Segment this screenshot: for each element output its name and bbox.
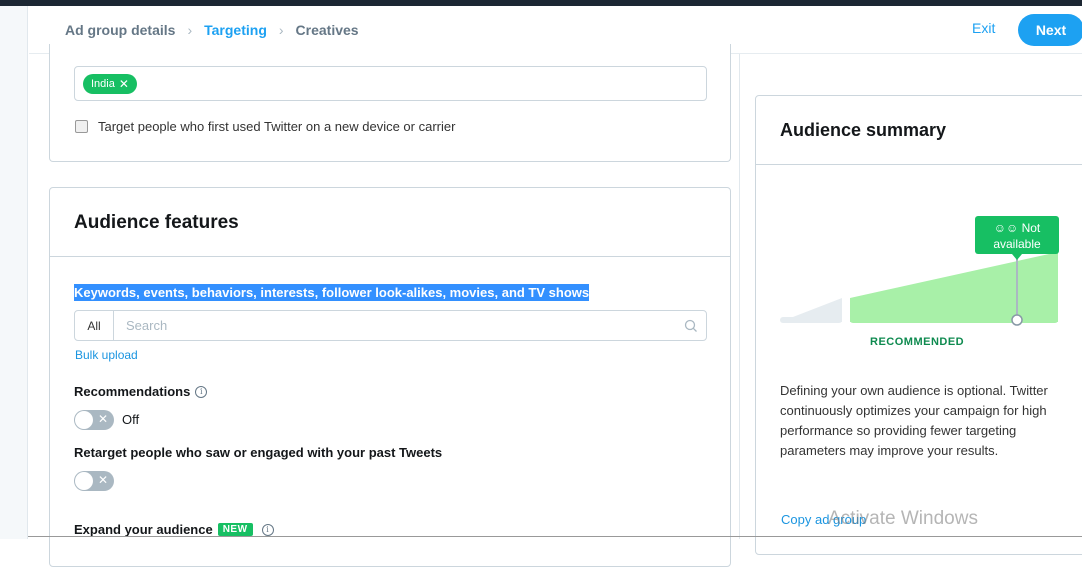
tooltip-pointer — [1012, 254, 1022, 260]
retarget-label: Retarget people who saw or engaged with … — [74, 445, 442, 460]
retarget-text: Retarget people who saw or engaged with … — [74, 445, 443, 460]
recommendations-label: Recommendations i — [74, 384, 208, 399]
location-tag-label: India — [91, 78, 115, 90]
recommendations-toggle[interactable]: ✕ — [74, 410, 114, 430]
close-icon[interactable]: ✕ — [119, 77, 129, 91]
people-icon: ☺☺ — [993, 221, 1019, 235]
chevron-right-icon: › — [187, 22, 193, 38]
toggle-knob — [75, 472, 93, 490]
close-icon: ✕ — [97, 412, 108, 426]
recommended-label: RECOMMENDED — [870, 336, 965, 348]
expand-audience-label: Expand your audience NEW i — [74, 522, 274, 537]
keywords-label: Keywords, events, behaviors, interests, … — [74, 284, 590, 301]
search-filter-dropdown[interactable]: All — [75, 311, 114, 340]
info-icon[interactable]: i — [261, 523, 274, 536]
new-device-checkbox[interactable] — [75, 120, 88, 133]
next-button[interactable]: Next — [1018, 14, 1082, 46]
retarget-toggle[interactable]: ✕ — [74, 471, 114, 491]
audience-features-title: Audience features — [74, 212, 239, 233]
keywords-search: All — [74, 310, 707, 341]
gauge-marker — [1011, 314, 1023, 326]
gauge-recommended-area — [850, 252, 1058, 322]
info-icon[interactable]: i — [195, 385, 208, 398]
audience-features-card: Audience features Keywords, events, beha… — [49, 187, 731, 567]
new-device-option: Target people who first used Twitter on … — [75, 119, 455, 134]
location-input[interactable]: India ✕ — [74, 66, 707, 101]
main-column: India ✕ Target people who first used Twi… — [28, 44, 740, 567]
location-card: India ✕ Target people who first used Twi… — [49, 44, 731, 162]
new-badge: NEW — [217, 523, 253, 536]
activate-windows-watermark: Activate Windows — [828, 508, 978, 529]
search-input[interactable] — [114, 311, 676, 340]
location-tag: India ✕ — [83, 74, 137, 94]
audience-summary-title: Audience summary — [780, 120, 947, 140]
recommendations-state: Off — [122, 412, 140, 427]
toggle-knob — [75, 411, 93, 429]
new-device-label: Target people who first used Twitter on … — [98, 119, 456, 134]
gauge-recommended-bar — [850, 317, 1058, 323]
window-bottom-edge — [28, 536, 1082, 537]
exit-link[interactable]: Exit — [972, 20, 995, 36]
recommendations-text: Recommendations — [74, 384, 191, 399]
tooltip-text: ☺☺ Not available — [975, 220, 1059, 252]
divider — [756, 164, 1082, 165]
close-icon: ✕ — [97, 473, 108, 487]
divider — [50, 256, 730, 257]
chevron-right-icon: › — [278, 22, 284, 38]
summary-description: Defining your own audience is optional. … — [780, 383, 1048, 458]
expand-audience-text: Expand your audience — [74, 522, 213, 537]
left-rail — [0, 6, 28, 539]
audience-summary-card: Audience summary ☺☺ Not available RECOMM… — [755, 95, 1082, 555]
bulk-upload-link[interactable]: Bulk upload — [75, 348, 138, 362]
gauge-inactive-bar — [780, 317, 842, 323]
search-icon[interactable] — [676, 319, 706, 333]
